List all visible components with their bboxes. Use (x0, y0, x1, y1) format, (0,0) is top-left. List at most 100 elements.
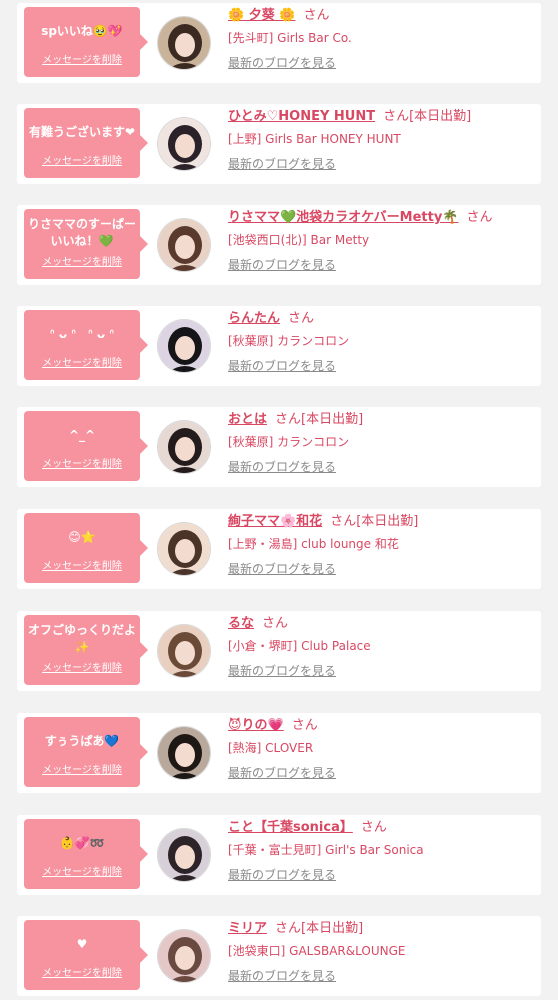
avatar[interactable] (157, 726, 211, 780)
latest-blog-link[interactable]: 最新のブログを見る (228, 561, 336, 577)
message-text: 😊⭐ (68, 529, 96, 544)
sender-name-line: ミリア さん[本日出勤] (228, 919, 533, 939)
sender-name-link[interactable]: らんたん (228, 311, 280, 326)
sender-suffix: さん[本日出勤] (275, 921, 364, 936)
profile-photo-icon (158, 930, 210, 982)
delete-message-link[interactable]: メッセージを削除 (28, 659, 136, 674)
shop-name: [先斗町] Girls Bar Co. (228, 31, 352, 45)
delete-message-link[interactable]: メッセージを削除 (28, 557, 136, 572)
sender-name-link[interactable]: ひとみ♡HONEY HUNT (228, 109, 375, 124)
shop-name: [秋葉原] カランコロン (228, 334, 350, 348)
sender-suffix: さん (466, 210, 493, 225)
profile-photo-icon (158, 320, 210, 372)
message-text: りさママのすーぱーいいね！💚 (28, 217, 137, 248)
message-card: 有難うございます❤ メッセージを削除 ひとみ♡HONEY HUNT さん[本日出勤… (17, 104, 541, 184)
sender-name-line: らんたん さん (228, 309, 533, 329)
sender-name-line: こと【千葉sonica】 さん (228, 818, 533, 838)
sender-name-line: おとは さん[本日出勤] (228, 410, 533, 430)
shop-name: [千葉・富士見町] Girl's Bar Sonica (228, 843, 424, 857)
profile-photo-icon (158, 17, 210, 69)
avatar[interactable] (157, 929, 211, 983)
delete-message-link[interactable]: メッセージを削除 (28, 455, 136, 470)
message-card: ^_^ メッセージを削除 おとは さん[本日出勤] [秋葉原] カランコロン 最新… (17, 407, 541, 487)
latest-blog-link[interactable]: 最新のブログを見る (228, 968, 336, 984)
sender-name-line: るな さん (228, 614, 533, 634)
delete-message-link[interactable]: メッセージを削除 (28, 863, 136, 878)
profile-photo-icon (158, 727, 210, 779)
sender-info: らんたん さん [秋葉原] カランコロン 最新のブログを見る (228, 309, 533, 374)
avatar[interactable] (157, 828, 211, 882)
avatar[interactable] (157, 319, 211, 373)
sender-suffix: さん[本日出勤] (275, 412, 364, 427)
delete-message-link[interactable]: メッセージを削除 (28, 253, 136, 268)
latest-blog-link[interactable]: 最新のブログを見る (228, 257, 336, 273)
avatar[interactable] (157, 624, 211, 678)
message-text: すぅうぱあ💙 (44, 733, 120, 748)
latest-blog-link[interactable]: 最新のブログを見る (228, 867, 336, 883)
latest-blog-link[interactable]: 最新のブログを見る (228, 156, 336, 172)
latest-blog-link[interactable]: 最新のブログを見る (228, 663, 336, 679)
message-text: spいいね🥹💖 (41, 23, 123, 38)
message-text: ᐢ ᴗ ᐢ ᐢ ᴗ ᐢ (49, 326, 115, 341)
shop-name: [秋葉原] カランコロン (228, 435, 350, 449)
message-bubble: オフごゆっくりだよ✨ メッセージを削除 (24, 615, 148, 685)
sender-info: ミリア さん[本日出勤] [池袋東口] GALSBAR&LOUNGE 最新のブログ… (228, 919, 533, 984)
message-bubble: すぅうぱあ💙 メッセージを削除 (24, 717, 148, 787)
delete-message-link[interactable]: メッセージを削除 (28, 964, 136, 979)
delete-message-link[interactable]: メッセージを削除 (28, 761, 136, 776)
message-card: オフごゆっくりだよ✨ メッセージを削除 るな さん [小倉・堺町] Club Pa… (17, 611, 541, 691)
sender-name-link[interactable]: りさママ💚池袋カラオケバーMetty🌴 (228, 210, 459, 225)
shop-name: [上野] Girls Bar HONEY HUNT (228, 132, 401, 146)
message-bubble: ♥ メッセージを削除 (24, 920, 148, 990)
sender-suffix: さん[本日出勤] (330, 514, 419, 529)
shop-name: [上野・湯島] club lounge 和花 (228, 537, 399, 551)
sender-name-link[interactable]: こと【千葉sonica】 (228, 820, 353, 835)
profile-photo-icon (158, 625, 210, 677)
sender-name-link[interactable]: 😈りの💗 (228, 718, 284, 733)
latest-blog-link[interactable]: 最新のブログを見る (228, 358, 336, 374)
message-bubble: ^_^ メッセージを削除 (24, 411, 148, 481)
delete-message-link[interactable]: メッセージを削除 (28, 152, 136, 167)
profile-photo-icon (158, 421, 210, 473)
profile-photo-icon (158, 829, 210, 881)
avatar[interactable] (157, 522, 211, 576)
sender-name-link[interactable]: おとは (228, 412, 267, 427)
shop-name: [池袋東口] GALSBAR&LOUNGE (228, 944, 406, 958)
sender-name-link[interactable]: 🌼 夕葵 🌼 (228, 8, 295, 23)
message-card: すぅうぱあ💙 メッセージを削除 😈りの💗 さん [熱海] CLOVER 最新のブロ… (17, 713, 541, 793)
message-bubble: 👶💞➿ メッセージを削除 (24, 819, 148, 889)
sender-name-link[interactable]: るな (228, 616, 254, 631)
sender-suffix: さん[本日出勤] (383, 109, 472, 124)
sender-name-link[interactable]: ミリア (228, 921, 267, 936)
message-list: spいいね🥹💖 メッセージを削除 🌼 夕葵 🌼 さん [先斗町] Girls Ba… (0, 0, 558, 1000)
avatar[interactable] (157, 218, 211, 272)
message-bubble: ᐢ ᴗ ᐢ ᐢ ᴗ ᐢ メッセージを削除 (24, 310, 148, 380)
message-bubble: spいいね🥹💖 メッセージを削除 (24, 7, 148, 77)
avatar[interactable] (157, 16, 211, 70)
sender-info: 😈りの💗 さん [熱海] CLOVER 最新のブログを見る (228, 716, 533, 781)
sender-name-line: 絢子ママ🌸和花 さん[本日出勤] (228, 512, 533, 532)
shop-name: [熱海] CLOVER (228, 741, 314, 755)
sender-suffix: さん (303, 8, 330, 23)
profile-photo-icon (158, 219, 210, 271)
latest-blog-link[interactable]: 最新のブログを見る (228, 765, 336, 781)
delete-message-link[interactable]: メッセージを削除 (28, 51, 136, 66)
sender-suffix: さん (291, 718, 318, 733)
profile-photo-icon (158, 523, 210, 575)
delete-message-link[interactable]: メッセージを削除 (28, 354, 136, 369)
message-card: ♥ メッセージを削除 ミリア さん[本日出勤] [池袋東口] GALSBAR&LO… (17, 916, 541, 996)
avatar[interactable] (157, 117, 211, 171)
sender-info: 絢子ママ🌸和花 さん[本日出勤] [上野・湯島] club lounge 和花 最… (228, 512, 533, 577)
message-text: ^_^ (68, 427, 96, 442)
avatar[interactable] (157, 420, 211, 474)
message-text: 👶💞➿ (59, 835, 105, 850)
latest-blog-link[interactable]: 最新のブログを見る (228, 459, 336, 475)
shop-name: [池袋西口(北)] Bar Metty (228, 233, 370, 247)
sender-info: 🌼 夕葵 🌼 さん [先斗町] Girls Bar Co. 最新のブログを見る (228, 6, 533, 71)
profile-photo-icon (158, 118, 210, 170)
message-card: りさママのすーぱーいいね！💚 メッセージを削除 りさママ💚池袋カラオケバーMet… (17, 205, 541, 285)
latest-blog-link[interactable]: 最新のブログを見る (228, 55, 336, 71)
sender-info: りさママ💚池袋カラオケバーMetty🌴 さん [池袋西口(北)] Bar Mett… (228, 208, 533, 273)
sender-suffix: さん (360, 820, 387, 835)
sender-name-link[interactable]: 絢子ママ🌸和花 (228, 514, 322, 529)
